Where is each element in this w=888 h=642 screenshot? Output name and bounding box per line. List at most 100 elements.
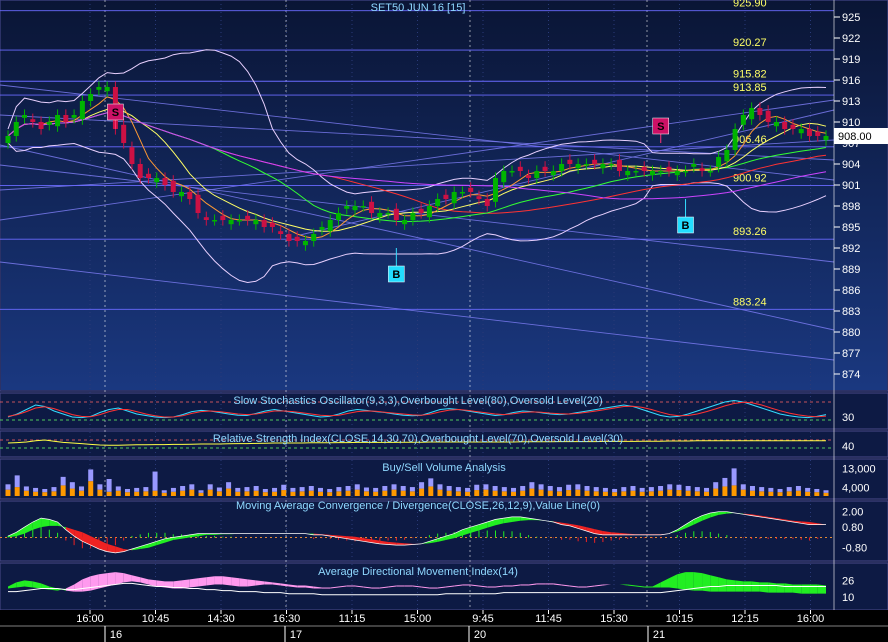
candle-body — [815, 131, 821, 136]
volume-sell-bar — [391, 484, 397, 490]
volume-buy-bar — [492, 490, 498, 496]
candle-body — [691, 164, 697, 167]
volume-buy-bar — [630, 490, 636, 496]
candle-body — [757, 108, 763, 115]
volume-buy-bar — [409, 491, 415, 496]
candle-body — [798, 129, 804, 134]
candle-body — [426, 206, 432, 218]
volume-buy-bar — [556, 491, 562, 496]
candle-body — [46, 122, 52, 125]
volume-buy-bar — [363, 491, 369, 496]
signal-label: B — [682, 220, 690, 232]
y-tick-label: 901 — [842, 180, 860, 192]
dmi-area — [462, 584, 471, 586]
candle-body — [476, 196, 482, 199]
macd-tick: -0.80 — [842, 543, 867, 555]
rsi-tick: 40 — [842, 441, 854, 453]
candle-body — [674, 171, 680, 176]
volume-sell-bar — [161, 490, 167, 493]
dmi-area — [206, 576, 215, 586]
volume-buy-bar — [281, 490, 287, 496]
adx-tick: 10 — [842, 592, 854, 604]
candle-body — [30, 119, 36, 122]
volume-sell-bar — [5, 484, 11, 490]
dmi-area — [24, 580, 33, 588]
volume-buy-bar — [79, 490, 85, 496]
dmi-area — [677, 572, 686, 590]
volume-buy-bar — [180, 490, 186, 496]
dmi-area — [809, 584, 818, 594]
candle-body — [22, 115, 28, 118]
volume-sell-bar — [676, 484, 682, 491]
candle-body — [269, 222, 275, 227]
volume-buy-bar — [419, 488, 425, 496]
volume-sell-bar — [290, 487, 296, 492]
dmi-area — [536, 583, 546, 585]
candle-body — [492, 178, 498, 202]
dmi-area — [346, 585, 356, 587]
x-tick-label: 11:45 — [535, 613, 562, 625]
macd-tick: 0.80 — [842, 522, 863, 534]
volume-buy-bar — [216, 491, 222, 496]
candle-body — [5, 136, 11, 143]
volume-tick: 4,000 — [842, 483, 870, 495]
volume-buy-bar — [115, 490, 121, 496]
dmi-area — [759, 582, 769, 593]
volume-buy-bar — [584, 490, 590, 496]
volume-sell-bar — [23, 486, 29, 491]
volume-buy-bar — [290, 491, 296, 496]
price-chart[interactable]: 925.90920.27915.82913.85906.46900.92893.… — [0, 0, 888, 642]
candle-body — [501, 171, 507, 183]
dmi-area — [429, 587, 438, 589]
candle-body — [377, 213, 383, 218]
dmi-area — [487, 586, 496, 588]
macd-title: Moving Average Convergence / Divergence(… — [236, 500, 600, 512]
volume-sell-bar — [704, 487, 710, 492]
volume-sell-bar — [14, 475, 20, 488]
volume-buy-bar — [428, 486, 434, 496]
volume-sell-bar — [584, 486, 590, 491]
candle-body — [228, 220, 234, 225]
signal-label: B — [392, 269, 400, 281]
candle-body — [782, 122, 788, 129]
dmi-area — [578, 586, 587, 588]
volume-buy-bar — [667, 489, 673, 496]
candle-body — [360, 206, 366, 208]
x-tick-label: 16:00 — [797, 613, 825, 625]
day-label: 16 — [110, 629, 122, 641]
candle-body — [435, 199, 441, 206]
volume-buy-bar — [658, 490, 664, 496]
volume-sell-bar — [446, 486, 452, 491]
volume-tick: 13,000 — [842, 463, 876, 475]
day-label: 20 — [474, 629, 486, 641]
volume-sell-bar — [685, 486, 691, 491]
volume-sell-bar — [501, 487, 507, 492]
volume-sell-bar — [805, 487, 811, 492]
candle-body — [13, 122, 19, 136]
candle-body — [344, 206, 350, 209]
candle-body — [38, 122, 44, 129]
y-tick-label: 922 — [842, 33, 860, 45]
y-tick-label: 916 — [842, 75, 860, 87]
volume-buy-bar — [382, 490, 388, 496]
candle-body — [327, 220, 333, 232]
candle-body — [336, 213, 342, 220]
dmi-area — [297, 585, 306, 588]
volume-buy-bar — [814, 492, 820, 496]
x-tick-label: 15:00 — [404, 613, 432, 625]
signal-label: S — [657, 121, 664, 133]
volume-sell-bar — [823, 490, 829, 493]
volume-buy-bar — [501, 491, 507, 496]
volume-buy-bar — [262, 492, 268, 496]
volume-sell-bar — [354, 484, 360, 490]
dmi-area — [751, 581, 760, 592]
dmi-area — [198, 577, 207, 587]
y-tick-label: 892 — [842, 243, 860, 255]
volume-sell-bar — [60, 476, 66, 486]
candle-body — [369, 201, 375, 213]
candle-body — [104, 87, 110, 92]
level-label: 893.26 — [733, 226, 767, 238]
volume-buy-bar — [805, 491, 811, 496]
volume-buy-bar — [161, 492, 167, 496]
dmi-area — [115, 572, 124, 585]
